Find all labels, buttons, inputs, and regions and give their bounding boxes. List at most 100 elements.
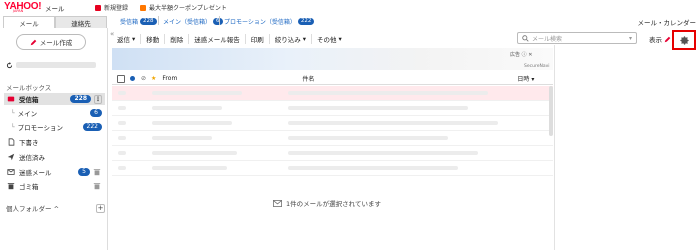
- unread-badge: 222: [82, 123, 102, 131]
- message-list-header: ⊘ ★ From 件名 日時 ▾: [112, 73, 553, 85]
- personal-folders-label: 個人フォルダー: [6, 205, 52, 213]
- folder-tab-inbox[interactable]: 受信箱 228: [120, 16, 157, 26]
- star-icon[interactable]: ★: [151, 75, 156, 82]
- empty-trash-icon[interactable]: [93, 168, 101, 176]
- display-settings[interactable]: 表示: [649, 34, 671, 44]
- tab-mail[interactable]: メール: [3, 16, 55, 28]
- folder-tab-label: 受信箱: [120, 18, 139, 26]
- search-placeholder: メール検索: [532, 35, 563, 43]
- chevron-down-icon: ▾: [338, 34, 342, 43]
- mail-calendar-switch[interactable]: メール・カレンダー: [638, 17, 697, 27]
- ad-sponsor: SecureNavi: [524, 64, 550, 69]
- pen-icon: [664, 36, 671, 42]
- divider: [158, 16, 159, 25]
- table-row[interactable]: [112, 146, 553, 161]
- filter-button[interactable]: 絞り込み ▾: [270, 33, 313, 44]
- more-button[interactable]: その他 ▾: [312, 34, 347, 44]
- search-input[interactable]: メール検索 ▾: [517, 32, 637, 44]
- column-from[interactable]: From: [162, 75, 302, 82]
- column-date[interactable]: 日時 ▾: [517, 74, 534, 83]
- delete-label: 削除: [170, 35, 184, 44]
- sidebar-item-label: 迷惑メール: [19, 169, 52, 177]
- select-all-checkbox[interactable]: [117, 74, 125, 83]
- search-icon: [522, 34, 529, 42]
- add-folder-button[interactable]: +: [96, 203, 105, 213]
- folder-tab-main[interactable]: メイン（受信箱） 6: [163, 16, 223, 26]
- table-row[interactable]: [112, 161, 553, 176]
- spam-icon: [7, 168, 15, 176]
- chevron-up-icon: ^: [53, 205, 60, 213]
- delete-button[interactable]: 削除: [165, 33, 190, 44]
- attachment-icon[interactable]: ⊘: [141, 75, 146, 82]
- more-options-icon[interactable]: ⋮: [94, 94, 102, 104]
- sidebar-item-inbox[interactable]: 受信箱 228 ⋮: [4, 93, 105, 105]
- count-badge: 6: [213, 17, 223, 25]
- report-spam-button[interactable]: 迷惑メール報告: [189, 33, 246, 44]
- coupon-icon: [140, 4, 146, 11]
- refresh-icon[interactable]: [6, 61, 13, 69]
- report-spam-label: 迷惑メール報告: [194, 35, 240, 44]
- folder-tab-label: プロモーション（受信箱）: [224, 18, 296, 26]
- selection-status: 1件のメールが選択されています: [273, 198, 381, 208]
- table-row[interactable]: [112, 131, 553, 146]
- sidebar-item-spam[interactable]: 迷惑メール 5: [4, 166, 105, 178]
- reply-label: 返信: [117, 35, 130, 44]
- sidebar-item-label: プロモーション: [17, 124, 63, 132]
- display-label: 表示: [649, 36, 662, 44]
- reply-button[interactable]: 返信 ▾: [112, 33, 142, 44]
- sidebar-item-label: 送信済み: [19, 154, 45, 162]
- mailbox-section-label: メールボックス: [6, 84, 52, 92]
- print-label: 印刷: [250, 35, 264, 44]
- table-row[interactable]: [112, 101, 553, 116]
- signup-icon: [95, 4, 101, 11]
- table-row[interactable]: [112, 86, 553, 101]
- chevron-down-icon[interactable]: ▾: [629, 35, 632, 42]
- chevron-down-icon: ▾: [132, 34, 136, 43]
- trash-icon: [7, 182, 15, 190]
- print-button[interactable]: 印刷: [246, 33, 270, 44]
- sidebar-item-label: 受信箱: [19, 96, 39, 104]
- sidebar-item-label: ゴミ箱: [19, 183, 39, 191]
- filter-label: 絞り込み: [274, 35, 301, 44]
- tab-contacts[interactable]: 連絡先: [55, 16, 107, 28]
- move-label: 移動: [146, 35, 160, 44]
- sidebar-item-trash[interactable]: ゴミ箱: [4, 180, 105, 192]
- column-subject[interactable]: 件名: [302, 74, 517, 83]
- unread-dot-icon[interactable]: [130, 76, 135, 81]
- divider: [219, 16, 220, 25]
- subfolder-marker: └: [11, 123, 15, 131]
- subfolder-marker: └: [11, 109, 15, 117]
- draft-icon: [7, 138, 15, 146]
- ad-banner[interactable]: [112, 48, 553, 70]
- table-row[interactable]: [112, 116, 553, 131]
- unread-badge: 228: [70, 95, 91, 103]
- column-date-label: 日時: [517, 76, 530, 83]
- sidebar-item-main[interactable]: └ メイン 6: [4, 107, 105, 119]
- personal-folders[interactable]: 個人フォルダー ^ +: [6, 203, 105, 213]
- folder-tab-label: メイン（受信箱）: [163, 18, 212, 26]
- sidebar-item-label: メイン: [17, 110, 38, 118]
- account-info-blurred: [16, 62, 96, 68]
- service-name: メール: [45, 5, 65, 13]
- folder-tab-promotion[interactable]: プロモーション（受信箱） 222: [224, 16, 315, 26]
- count-badge: 228: [140, 17, 157, 25]
- signup-label: 新規登録: [104, 5, 129, 12]
- yahoo-logo-sub: JAPAN: [13, 9, 24, 13]
- inbox-icon: [7, 95, 15, 103]
- count-badge: 222: [297, 17, 315, 25]
- scrollbar[interactable]: [549, 86, 553, 136]
- compose-label: メール作成: [39, 39, 73, 47]
- sidebar-item-label: 下書き: [19, 139, 39, 147]
- empty-trash-icon[interactable]: [93, 182, 101, 190]
- ad-label: 広告 ⓘ ✕: [510, 52, 533, 58]
- sidebar-item-sent[interactable]: 送信済み: [4, 151, 105, 163]
- gear-icon: [679, 35, 689, 45]
- unread-badge: 6: [90, 109, 102, 117]
- sidebar-item-promotion[interactable]: └ プロモーション 222: [4, 121, 105, 133]
- move-button[interactable]: 移動: [141, 33, 166, 44]
- signup-link[interactable]: 新規登録: [95, 3, 128, 12]
- compose-button[interactable]: メール作成: [16, 34, 86, 50]
- coupon-link[interactable]: 最大半額クーポンプレゼント: [140, 3, 227, 12]
- message-toolbar: 返信 ▾ 移動 削除 迷惑メール報告 印刷 絞り込み ▾ その他 ▾: [112, 32, 553, 45]
- sidebar-item-drafts[interactable]: 下書き: [4, 136, 105, 148]
